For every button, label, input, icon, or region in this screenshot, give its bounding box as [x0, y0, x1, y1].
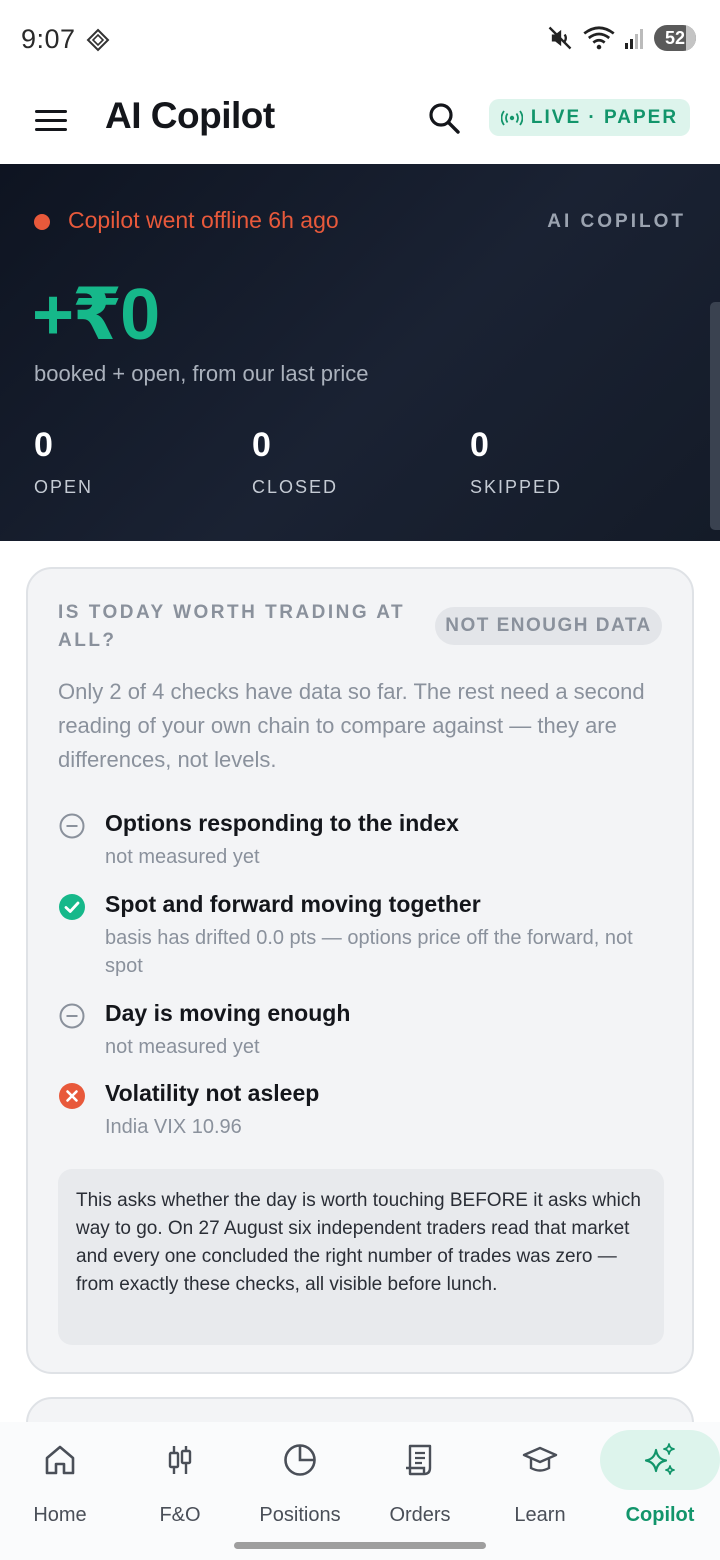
stat-label: OPEN	[34, 477, 94, 497]
check-title: Volatility not asleep	[105, 1080, 320, 1106]
nav-label: F&O	[159, 1504, 201, 1526]
card-heading: IS TODAY WORTH TRADING AT ALL?	[58, 602, 406, 651]
search-icon[interactable]	[426, 100, 462, 136]
check-title: Spot and forward moving together	[105, 891, 481, 917]
stat-value: 0	[470, 426, 489, 464]
stat-closed: 0 CLOSED	[252, 426, 338, 498]
check-detail: India VIX 10.96	[105, 1116, 242, 1138]
graduation-cap-icon	[522, 1446, 558, 1472]
status-bar: 9:07 52	[0, 0, 720, 80]
nav-item-learn[interactable]: Learn	[480, 1430, 600, 1540]
stat-skipped: 0 SKIPPED	[470, 426, 562, 498]
diamond-icon	[86, 28, 110, 52]
nav-label: Copilot	[625, 1504, 695, 1526]
broadcast-icon	[500, 109, 523, 126]
check-circle-icon	[59, 894, 85, 920]
stat-label: SKIPPED	[470, 477, 563, 497]
offline-status-text: Copilot went offline 6h ago	[68, 207, 339, 233]
page-title: AI Copilot	[105, 95, 275, 136]
app-bar: AI Copilot LIVE · PAPER	[0, 80, 720, 164]
stat-open: 0 OPEN	[34, 426, 93, 498]
stat-label: CLOSED	[252, 477, 339, 497]
nav-item-positions[interactable]: Positions	[240, 1430, 360, 1540]
check-title: Options responding to the index	[105, 810, 459, 836]
scrollbar[interactable]	[710, 302, 720, 530]
hero-tag: AI COPILOT	[547, 211, 686, 232]
stat-value: 0	[252, 426, 271, 464]
stat-value: 0	[34, 426, 53, 464]
mute-icon	[548, 26, 572, 50]
check-title: Day is moving enough	[105, 1000, 351, 1026]
x-circle-icon	[59, 1083, 85, 1109]
battery-level: 52	[664, 27, 686, 48]
status-time: 9:07	[21, 24, 76, 54]
nav-label: Home	[33, 1504, 87, 1526]
status-icons: 52	[546, 24, 696, 52]
minus-circle-icon	[59, 813, 85, 839]
battery-icon: 52	[654, 25, 696, 51]
mode-pill[interactable]: LIVE · PAPER	[489, 99, 690, 136]
receipt-icon	[406, 1444, 432, 1476]
nav-item-fno[interactable]: F&O	[120, 1430, 240, 1540]
candlestick-icon	[168, 1446, 192, 1474]
pnl-hero: Copilot went offline 6h ago AI COPILOT +…	[0, 164, 720, 541]
nav-label: Orders	[389, 1504, 451, 1526]
nav-label: Learn	[514, 1504, 566, 1526]
status-badge: NOT ENOUGH DATA	[435, 607, 662, 645]
pie-chart-icon	[284, 1444, 316, 1476]
sparkles-icon	[644, 1443, 675, 1475]
nav-item-home[interactable]: Home	[0, 1430, 120, 1540]
bottom-nav: Home F&O Positions Orders Learn Copilot	[0, 1422, 720, 1560]
home-indicator[interactable]	[234, 1542, 486, 1549]
nav-label: Positions	[259, 1504, 341, 1526]
nav-item-orders[interactable]: Orders	[360, 1430, 480, 1540]
check-detail: not measured yet	[105, 1036, 260, 1058]
card-description: Only 2 of 4 checks have data so far. The…	[58, 679, 645, 772]
offline-status-dot	[34, 214, 50, 230]
trading-checks-card: IS TODAY WORTH TRADING AT ALL? NOT ENOUG…	[26, 567, 694, 1374]
explanation-note: This asks whether the day is worth touch…	[58, 1169, 664, 1345]
menu-icon[interactable]	[34, 104, 68, 138]
wifi-icon	[583, 26, 615, 50]
signal-icon	[625, 29, 643, 49]
nav-item-copilot[interactable]: Copilot	[600, 1430, 720, 1540]
pnl-subtitle: booked + open, from our last price	[34, 361, 369, 386]
minus-circle-icon	[59, 1003, 85, 1029]
check-detail: not measured yet	[105, 846, 260, 868]
home-icon	[45, 1445, 75, 1475]
check-detail: basis has drifted 0.0 pts — options pric…	[105, 927, 633, 977]
pnl-value: +₹0	[32, 275, 160, 355]
mode-pill-label: LIVE · PAPER	[530, 106, 679, 128]
